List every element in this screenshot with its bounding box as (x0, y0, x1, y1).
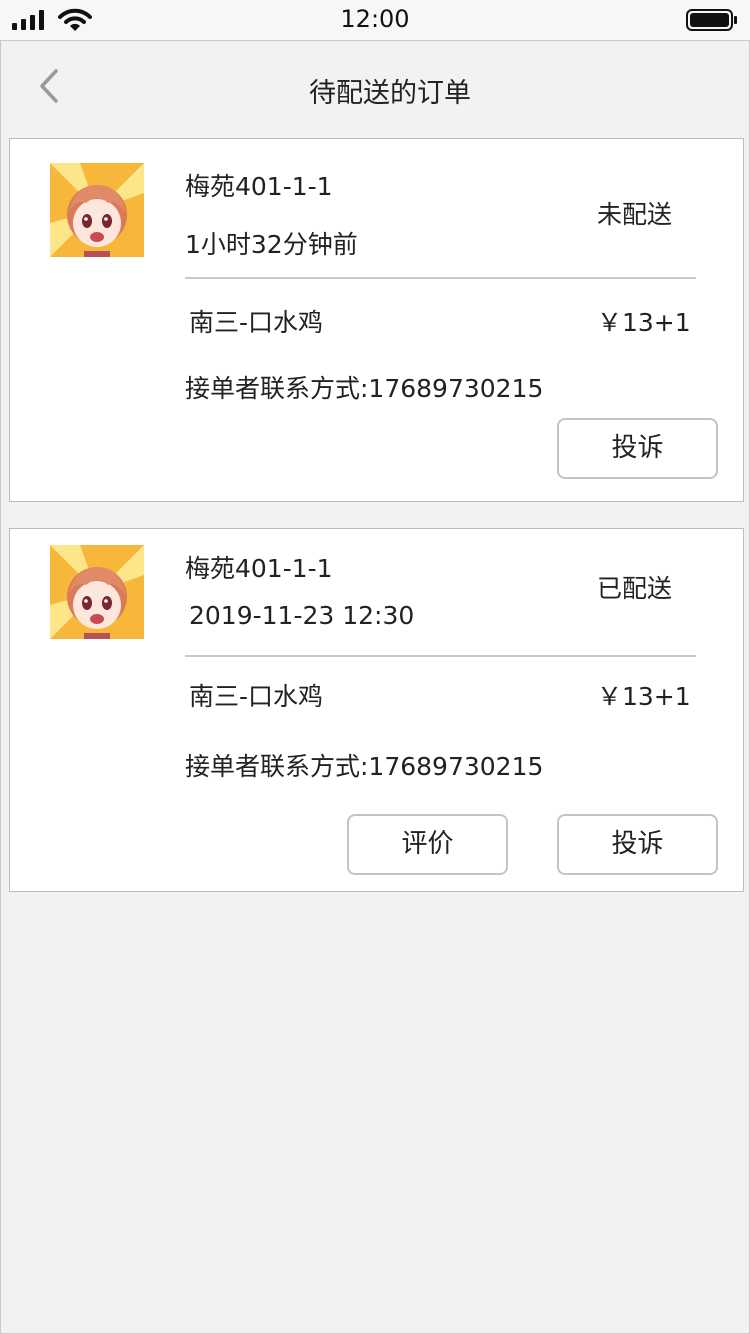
order-card: 梅苑401-1-1 1小时32分钟前 未配送 南三-口水鸡 ￥13+1 接单者联… (9, 138, 744, 502)
order-price: ￥13+1 (597, 682, 691, 711)
order-time: 2019-11-23 12:30 (189, 601, 415, 630)
battery-icon (686, 9, 737, 31)
order-card: 梅苑401-1-1 2019-11-23 12:30 已配送 南三-口水鸡 ￥1… (9, 528, 744, 892)
courier-contact: 接单者联系方式:17689730215 (185, 752, 544, 781)
order-price: ￥13+1 (597, 308, 691, 337)
anime-avatar-image (50, 163, 144, 257)
avatar (50, 163, 144, 257)
dish-name: 南三-口水鸡 (189, 682, 324, 711)
divider (185, 277, 696, 279)
order-time: 1小时32分钟前 (185, 230, 358, 259)
anime-avatar-image (50, 545, 144, 639)
complain-button[interactable]: 投诉 (557, 814, 718, 875)
status-bar: 12:00 (0, 0, 750, 41)
complain-button[interactable]: 投诉 (557, 418, 718, 479)
nav-bar: 待配送的订单 (0, 41, 750, 136)
avatar (50, 545, 144, 639)
order-address: 梅苑401-1-1 (185, 554, 333, 583)
dish-name: 南三-口水鸡 (189, 308, 324, 337)
page-title: 待配送的订单 (309, 78, 471, 109)
order-address: 梅苑401-1-1 (185, 172, 333, 201)
delivery-status: 未配送 (597, 200, 673, 229)
status-time: 12:00 (340, 5, 410, 33)
divider (185, 655, 696, 657)
delivery-status: 已配送 (597, 574, 673, 603)
courier-contact: 接单者联系方式:17689730215 (185, 374, 544, 403)
review-button[interactable]: 评价 (347, 814, 508, 875)
